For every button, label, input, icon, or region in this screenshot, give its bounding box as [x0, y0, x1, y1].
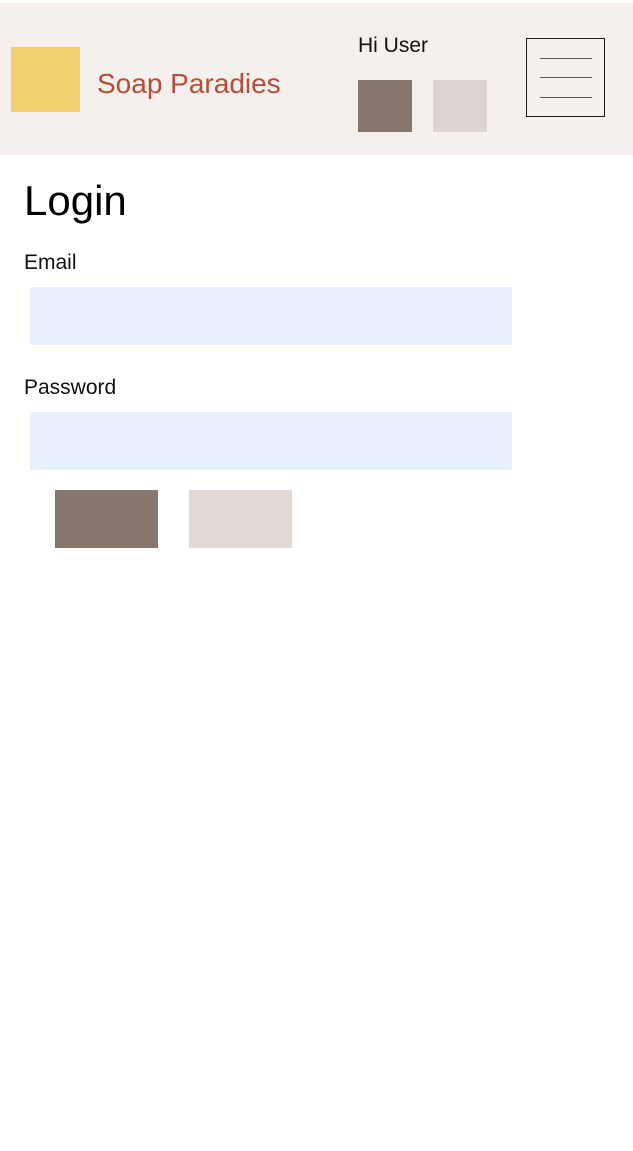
header-secondary-button[interactable]: [433, 80, 487, 132]
login-primary-button[interactable]: [55, 490, 158, 548]
login-secondary-button[interactable]: [189, 490, 292, 548]
user-greeting: Hi User: [358, 34, 429, 57]
password-field[interactable]: [30, 412, 512, 470]
logo[interactable]: [11, 47, 80, 112]
password-label: Password: [24, 376, 117, 399]
header: Soap Paradies Hi User: [0, 3, 633, 155]
brand-name[interactable]: Soap Paradies: [97, 67, 281, 101]
email-label: Email: [24, 251, 77, 274]
menu-button[interactable]: [526, 38, 605, 117]
menu-line: [540, 97, 592, 98]
menu-line: [540, 77, 592, 78]
email-field[interactable]: [30, 287, 512, 345]
header-primary-button[interactable]: [358, 80, 412, 132]
menu-line: [540, 58, 592, 59]
page: Soap Paradies Hi User Login Email Passwo…: [0, 0, 633, 1151]
page-title: Login: [24, 177, 127, 224]
